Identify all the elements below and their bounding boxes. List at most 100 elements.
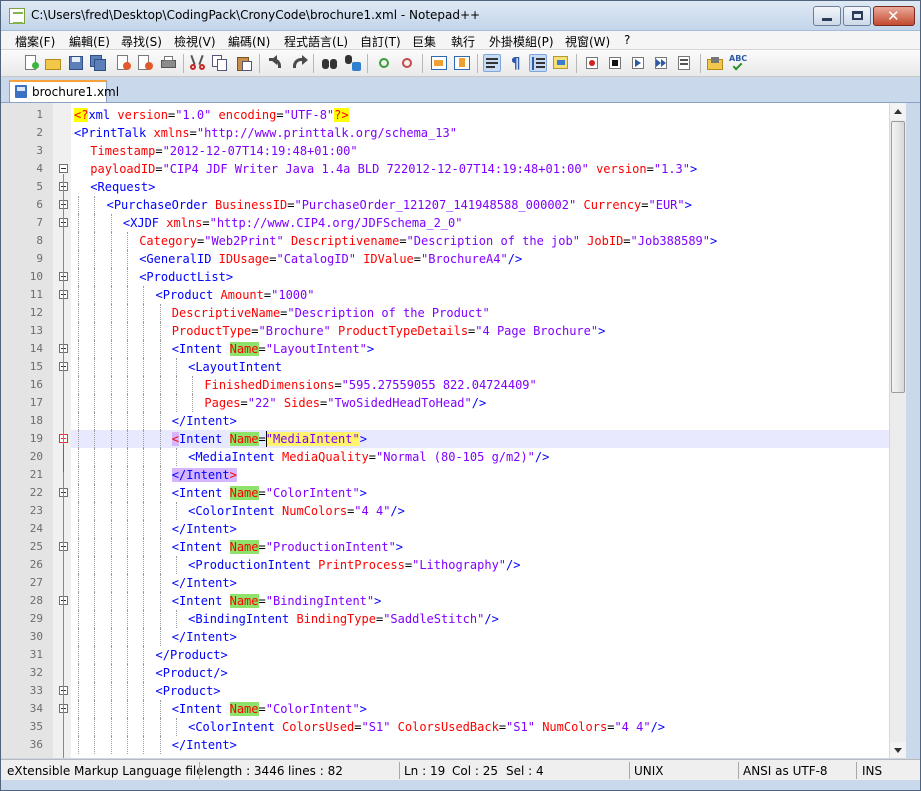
indent-guide <box>78 340 79 358</box>
scroll-down-arrow-icon[interactable] <box>890 742 907 758</box>
close-window-button[interactable]: ✕ <box>873 6 915 26</box>
menu-window[interactable]: 視窗(W) <box>565 33 610 50</box>
tab-brochure1[interactable]: brochure1.xml <box>9 80 119 102</box>
code-line[interactable]: </Intent> <box>71 520 889 538</box>
copy-icon[interactable] <box>211 54 229 72</box>
language-define-icon[interactable] <box>552 54 570 72</box>
code-line[interactable]: </Intent> <box>71 736 889 754</box>
save-macro-icon[interactable] <box>675 54 693 72</box>
cut-icon[interactable] <box>189 54 207 72</box>
new-file-icon[interactable] <box>22 54 40 72</box>
fold-toggle-icon[interactable] <box>59 164 68 173</box>
code-line[interactable]: <ColorIntent ColorsUsed="S1" ColorsUsedB… <box>71 718 889 736</box>
code-line[interactable]: <PrintTalk xmlns="http://www.printtalk.o… <box>71 124 889 142</box>
run-macro-multiple-icon[interactable] <box>652 54 670 72</box>
code-line[interactable]: </Intent> <box>71 466 889 484</box>
paste-icon[interactable] <box>235 54 253 72</box>
play-macro-icon[interactable] <box>629 54 647 72</box>
code-line[interactable]: Timestamp="2012-12-07T14:19:48+01:00" <box>71 142 889 160</box>
code-line[interactable]: <Request> <box>71 178 889 196</box>
replace-icon[interactable] <box>344 54 362 72</box>
title-bar[interactable]: C:\Users\fred\Desktop\CodingPack\CronyCo… <box>1 1 920 31</box>
spell-check-icon[interactable]: ABC <box>728 54 747 72</box>
code-line[interactable]: ProductType="Brochure" ProductTypeDetail… <box>71 322 889 340</box>
minimize-button[interactable] <box>813 6 841 26</box>
code-line[interactable]: <PurchaseOrder BusinessID="PurchaseOrder… <box>71 196 889 214</box>
code-line[interactable]: FinishedDimensions="595.27559055 822.047… <box>71 376 889 394</box>
menu-encoding[interactable]: 編碼(N) <box>228 33 270 50</box>
save-all-icon[interactable] <box>89 54 107 72</box>
stop-macro-icon[interactable] <box>606 54 624 72</box>
code-line[interactable]: <Intent Name="MediaIntent"> <box>71 430 889 448</box>
code-area[interactable]: <?xml version="1.0" encoding="UTF-8"?> <P… <box>71 103 889 758</box>
indent-guide <box>126 340 128 358</box>
code-line[interactable]: <MediaIntent MediaQuality="Normal (80-10… <box>71 448 889 466</box>
sync-horizontal-icon[interactable] <box>453 54 471 72</box>
code-line[interactable]: <Intent Name="BindingIntent"> <box>71 592 889 610</box>
code-text: Pages="22" Sides="TwoSidedHeadToHead"/> <box>204 396 487 410</box>
code-line[interactable]: <?xml version="1.0" encoding="UTF-8"?> <box>71 106 889 124</box>
record-macro-icon[interactable] <box>583 54 601 72</box>
menu-language[interactable]: 程式語言(L) <box>284 33 348 50</box>
code-line[interactable]: <ProductionIntent PrintProcess="Lithogra… <box>71 556 889 574</box>
code-line[interactable]: <Intent Name="ProductionIntent"> <box>71 538 889 556</box>
code-line[interactable]: DescriptiveName="Description of the Prod… <box>71 304 889 322</box>
save-icon[interactable] <box>67 54 85 72</box>
scroll-up-arrow-icon[interactable] <box>890 103 907 120</box>
line-number-gutter[interactable]: 1 2 3 4 5 6 7 8 9 10 11 12 13 14 15 16 17 18 19 20 21 22 23 24 2… <box>1 103 53 758</box>
indent-guide <box>78 718 79 736</box>
code-line[interactable]: <Intent Name="ColorIntent"> <box>71 484 889 502</box>
menu-run[interactable]: 執行 <box>451 33 475 50</box>
code-line[interactable]: Pages="22" Sides="TwoSidedHeadToHead"/> <box>71 394 889 412</box>
code-line[interactable]: <XJDF xmlns="http://www.CIP4.org/JDFSche… <box>71 214 889 232</box>
code-line[interactable]: <Intent Name="LayoutIntent"> <box>71 340 889 358</box>
zoom-out-icon[interactable] <box>398 54 416 72</box>
undo-icon[interactable] <box>266 54 284 72</box>
zoom-in-icon[interactable] <box>375 54 393 72</box>
close-all-icon[interactable] <box>136 54 154 72</box>
code-line[interactable]: payloadID="CIP4 JDF Writer Java 1.4a BLD… <box>71 160 889 178</box>
code-line[interactable]: <Product/> <box>71 664 889 682</box>
indent-guide <box>110 430 112 448</box>
menu-view[interactable]: 檢視(V) <box>174 33 216 50</box>
word-wrap-icon[interactable] <box>483 54 501 72</box>
code-line[interactable]: <ColorIntent NumColors="4 4"/> <box>71 502 889 520</box>
code-line[interactable]: </Intent> <box>71 574 889 592</box>
code-line[interactable]: Category="Web2Print" Descriptivename="De… <box>71 232 889 250</box>
menu-file[interactable]: 檔案(F) <box>15 33 55 50</box>
menu-search[interactable]: 尋找(S) <box>121 33 162 50</box>
maximize-button[interactable] <box>843 6 871 26</box>
line-number: 16 <box>29 378 43 391</box>
menu-plugins[interactable]: 外掛模組(P) <box>489 33 554 50</box>
code-line[interactable]: <Product> <box>71 682 889 700</box>
notepadpp-app-icon[interactable] <box>9 8 25 24</box>
indent-guide <box>143 412 145 430</box>
code-line[interactable]: <Intent Name="ColorIntent"> <box>71 700 889 718</box>
code-line[interactable]: <ProductList> <box>71 268 889 286</box>
code-line[interactable]: <GeneralID IDUsage="CatalogID" IDValue="… <box>71 250 889 268</box>
code-line[interactable]: </Intent> <box>71 628 889 646</box>
menu-edit[interactable]: 編輯(E) <box>69 33 110 50</box>
code-line[interactable]: <BindingIntent BindingType="SaddleStitch… <box>71 610 889 628</box>
function-list-icon[interactable] <box>706 54 724 72</box>
scroll-thumb[interactable] <box>891 121 905 393</box>
code-line[interactable]: <LayoutIntent <box>71 358 889 376</box>
indent-guide-icon[interactable] <box>529 54 547 72</box>
code-line[interactable]: </Product> <box>71 646 889 664</box>
show-all-chars-icon[interactable]: ¶ <box>506 54 524 72</box>
close-icon[interactable] <box>114 54 132 72</box>
status-divider <box>199 762 200 779</box>
code-line[interactable]: <Product Amount="1000" <box>71 286 889 304</box>
menu-help[interactable]: ? <box>624 33 630 47</box>
print-icon[interactable] <box>159 54 177 72</box>
find-icon[interactable] <box>321 54 339 72</box>
menu-settings[interactable]: 自訂(T) <box>360 33 401 50</box>
redo-icon[interactable] <box>290 54 308 72</box>
editor[interactable]: 1 2 3 4 5 6 7 8 9 10 11 12 13 14 15 16 17 18 19 20 21 22 23 24 2… <box>1 102 920 758</box>
code-line[interactable]: </Intent> <box>71 412 889 430</box>
menu-macro[interactable]: 巨集 <box>412 33 436 50</box>
open-file-icon[interactable] <box>44 54 62 72</box>
sync-vertical-icon[interactable] <box>430 54 448 72</box>
fold-margin[interactable] <box>53 103 71 758</box>
vertical-scrollbar[interactable] <box>889 103 907 758</box>
